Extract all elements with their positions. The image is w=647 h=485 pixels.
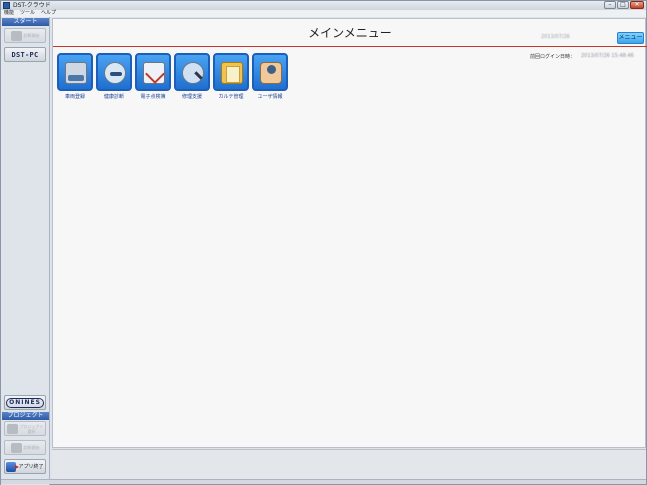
car-icon [10, 30, 22, 41]
project-diagnosis-start-button-disabled[interactable]: 診断開始 [4, 440, 46, 455]
sidebar: スタート 診断開始 DST-PC ONINES プロジェクト プロジェクト 選択… [1, 17, 50, 485]
app-icon [3, 2, 10, 9]
folder-icon [6, 423, 18, 434]
tile-health-check[interactable]: 健康診断 [96, 53, 132, 100]
function-tiles: 車両登録 健康診断 電子点検簿 修理支援 カルテ管理 ユーザ情報 [57, 53, 288, 100]
status-bar [52, 449, 646, 479]
app-window: DST-クラウド – □ ✕ 機能 ツール ヘルプ スタート 診断開始 DST-… [0, 0, 647, 485]
dst-pc-button[interactable]: DST-PC [4, 47, 46, 62]
main-panel: メインメニュー 2013/07/26 メニュー 前回ログイン日時： 2013/0… [52, 18, 647, 448]
header-divider [53, 46, 647, 47]
current-date: 2013/07/26 [541, 34, 570, 40]
start-section-header: スタート [2, 18, 49, 26]
title-bar: DST-クラウド – □ ✕ [1, 1, 646, 10]
repair-support-icon[interactable] [174, 53, 210, 91]
electronic-inspection-icon[interactable] [135, 53, 171, 91]
exit-icon [6, 461, 20, 472]
window-controls: – □ ✕ [604, 1, 644, 9]
project-select-button-disabled[interactable]: プロジェクト 選択 [4, 421, 46, 436]
menu-help[interactable]: ヘルプ [41, 10, 56, 17]
car-icon [10, 442, 22, 453]
tile-chart-management[interactable]: カルテ管理 [213, 53, 249, 100]
chart-management-icon[interactable] [213, 53, 249, 91]
vehicle-registration-icon[interactable] [57, 53, 93, 91]
tile-vehicle-registration[interactable]: 車両登録 [57, 53, 93, 100]
menu-tools[interactable]: ツール [20, 10, 35, 17]
minimize-icon[interactable]: – [604, 1, 616, 9]
project-section-header: プロジェクト [2, 412, 49, 420]
health-check-icon[interactable] [96, 53, 132, 91]
diagnosis-start-button-disabled[interactable]: 診断開始 [4, 28, 46, 43]
last-login-value: 2013/07/26 15:48:46 [581, 53, 634, 59]
onines-logo: ONINES [6, 397, 44, 408]
tile-repair-support[interactable]: 修理支援 [174, 53, 210, 100]
tile-electronic-inspection[interactable]: 電子点検簿 [135, 53, 171, 100]
close-icon[interactable]: ✕ [630, 1, 644, 9]
window-title: DST-クラウド [13, 2, 51, 9]
last-login-label: 前回ログイン日時： [530, 54, 576, 60]
dst-pc-logo: DST-PC [11, 50, 39, 59]
menu-button[interactable]: メニュー [617, 32, 644, 44]
onines-button[interactable]: ONINES [4, 395, 46, 410]
menu-function[interactable]: 機能 [4, 10, 14, 17]
menu-bar: 機能 ツール ヘルプ [1, 10, 646, 17]
user-info-icon[interactable] [252, 53, 288, 91]
maximize-icon[interactable]: □ [617, 1, 629, 9]
exit-app-button[interactable]: アプリ終了 [4, 459, 46, 474]
bottom-strip [1, 479, 646, 484]
tile-user-info[interactable]: ユーザ情報 [252, 53, 288, 100]
